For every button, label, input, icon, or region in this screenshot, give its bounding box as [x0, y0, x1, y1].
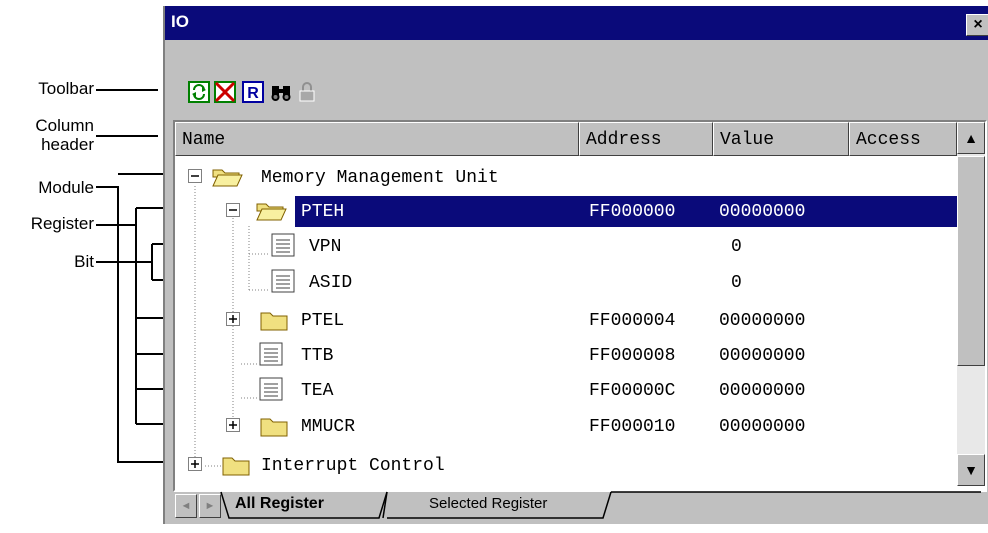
register-r-icon: R: [242, 81, 264, 103]
folder-icon: [222, 457, 250, 476]
stop-refresh-button[interactable]: [213, 80, 237, 104]
tree-row-register[interactable]: MMUCR FF000010 00000000: [175, 409, 957, 445]
crossed-out-icon: [214, 81, 236, 103]
row-label: ASID: [309, 273, 353, 293]
svg-text:R: R: [247, 85, 259, 102]
row-value: 00000000: [719, 381, 806, 401]
row-label: MMUCR: [301, 417, 356, 437]
row-label: TEA: [301, 381, 334, 401]
close-button[interactable]: ×: [966, 14, 988, 36]
folder-icon: [260, 312, 288, 331]
row-value: 00000000: [719, 311, 806, 331]
register-tree-list[interactable]: Name Address Value Access Memory Managem…: [173, 120, 987, 492]
lock-icon: [299, 82, 315, 102]
tab-selected-register[interactable]: Selected Register: [429, 490, 547, 518]
row-address: FF000000: [589, 202, 676, 222]
binoculars-icon: [271, 86, 291, 101]
row-label: Interrupt Control: [261, 456, 445, 476]
expand-icon[interactable]: [226, 312, 240, 326]
row-value: 0: [731, 237, 742, 257]
scroll-thumb[interactable]: [957, 156, 985, 366]
tree-row-register-selected[interactable]: PTEH FF000000 00000000: [175, 194, 957, 230]
tree-row-register[interactable]: PTEL FF000004 00000000: [175, 303, 957, 339]
document-icon: [259, 342, 283, 366]
row-address: FF000010: [589, 417, 676, 437]
row-value: 0: [731, 273, 742, 293]
tree-row-register[interactable]: TTB FF000008 00000000: [175, 338, 957, 374]
find-button[interactable]: [269, 80, 293, 104]
refresh-button[interactable]: [187, 80, 211, 104]
column-header-access[interactable]: Access: [849, 122, 957, 156]
lock-button[interactable]: [295, 80, 319, 104]
scroll-up-button[interactable]: ▲: [957, 122, 985, 154]
row-address: FF000008: [589, 346, 676, 366]
row-label: Memory Management Unit: [261, 168, 499, 188]
expand-icon[interactable]: [226, 418, 240, 432]
vertical-scrollbar[interactable]: ▲ ▼: [957, 122, 985, 486]
open-folder-icon: [212, 169, 243, 187]
open-folder-icon: [256, 203, 287, 221]
row-value: 00000000: [719, 417, 806, 437]
tree-row-bit[interactable]: ASID 0: [175, 265, 957, 301]
column-header-address[interactable]: Address: [579, 122, 713, 156]
row-address: FF000004: [589, 311, 676, 331]
row-value: 00000000: [719, 202, 806, 222]
row-label: VPN: [309, 237, 342, 257]
row-label: TTB: [301, 346, 334, 366]
folder-icon: [260, 418, 288, 437]
document-icon: [271, 233, 295, 257]
document-icon: [259, 377, 283, 401]
toolbar: R: [165, 40, 988, 116]
column-header-value[interactable]: Value: [713, 122, 849, 156]
scroll-down-button[interactable]: ▼: [957, 454, 985, 486]
row-label: PTEH: [301, 202, 345, 222]
io-window: IO × R Name Address Value Access Memory …: [163, 6, 988, 524]
row-value: 00000000: [719, 346, 806, 366]
window-title: IO: [171, 12, 189, 31]
title-bar: IO ×: [165, 6, 988, 40]
register-button[interactable]: R: [241, 80, 265, 104]
row-label: PTEL: [301, 311, 345, 331]
tree-row-module[interactable]: Memory Management Unit: [175, 160, 957, 196]
tree-row-module[interactable]: Interrupt Control: [175, 448, 957, 484]
document-icon: [271, 269, 295, 293]
tab-all-register[interactable]: All Register: [235, 490, 324, 518]
collapse-icon[interactable]: [226, 203, 240, 217]
tab-strip: ◄ ► All Register Selected Register: [173, 490, 983, 520]
expand-icon[interactable]: [188, 457, 202, 471]
tree-row-bit[interactable]: VPN 0: [175, 229, 957, 265]
collapse-icon[interactable]: [188, 169, 202, 183]
tree-row-register[interactable]: TEA FF00000C 00000000: [175, 373, 957, 409]
refresh-icon: [188, 81, 210, 103]
row-address: FF00000C: [589, 381, 676, 401]
